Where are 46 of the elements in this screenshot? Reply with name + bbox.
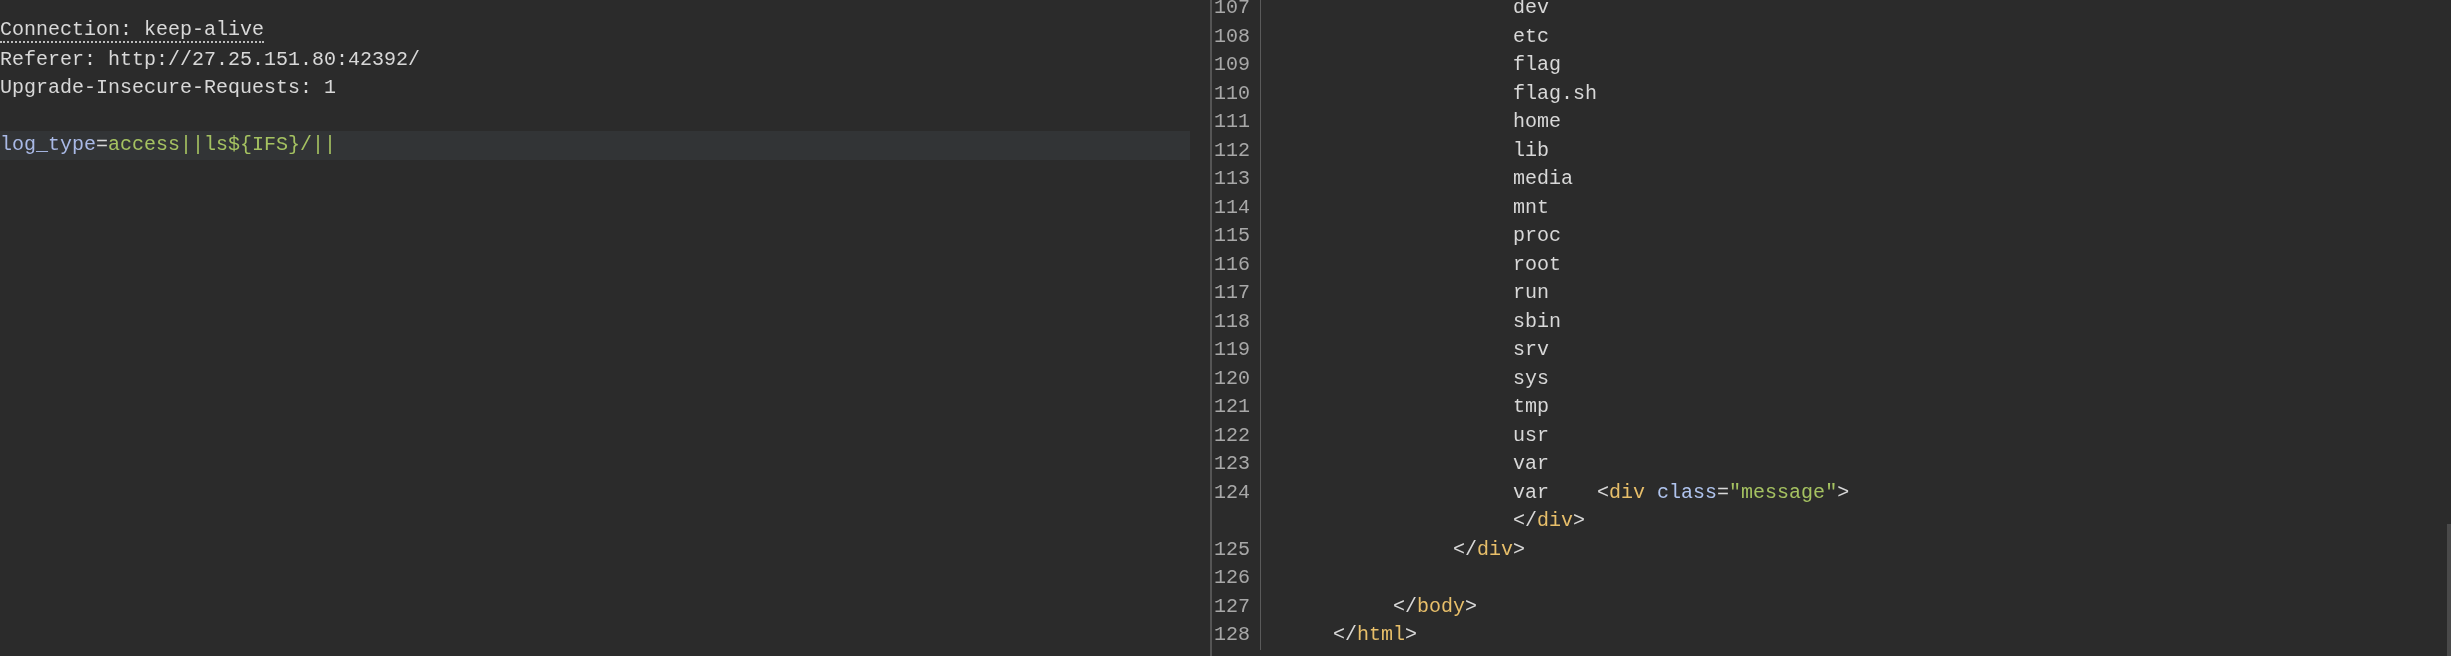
line-number: 123: [1214, 452, 1250, 477]
line-number: 117: [1214, 281, 1250, 306]
code-line: usr: [1513, 423, 1550, 448]
code-line: sbin: [1513, 309, 1562, 334]
line-number: 112: [1214, 138, 1250, 163]
code-line: run: [1513, 281, 1550, 306]
line-number: 115: [1214, 224, 1250, 249]
code-line: media: [1513, 167, 1574, 192]
code-line: flag: [1513, 53, 1562, 78]
code-line: var <div class="message">: [1513, 480, 1850, 505]
line-number: 107: [1214, 0, 1250, 21]
code-line: etc: [1513, 24, 1550, 49]
line-number: 116: [1214, 252, 1250, 277]
code-line: </div>: [1453, 537, 1526, 562]
line-number: 121: [1214, 395, 1250, 420]
line-number: 122: [1214, 423, 1250, 448]
line-number: 110: [1214, 81, 1250, 106]
line-number: 127: [1214, 594, 1250, 619]
line-number: 111: [1214, 110, 1250, 135]
code-line: Referer: http://27.25.151.80:42392/: [0, 47, 421, 72]
code-line: sys: [1513, 366, 1550, 391]
code-line: tmp: [1513, 395, 1550, 420]
code-line: root: [1513, 252, 1562, 277]
line-number: 128: [1214, 623, 1250, 648]
code-line: mnt: [1513, 195, 1550, 220]
code-line: proc: [1513, 224, 1562, 249]
code-line: Connection: keep-alive: [0, 19, 265, 44]
code-line: Upgrade-Insecure-Requests: 1: [0, 76, 337, 101]
line-number: 119: [1214, 338, 1250, 363]
code-line: lib: [1513, 138, 1550, 163]
code-line: var: [1513, 452, 1550, 477]
line-number: 109: [1214, 53, 1250, 78]
line-number: 114: [1214, 195, 1250, 220]
line-number: 108: [1214, 24, 1250, 49]
line-number: 113: [1214, 167, 1250, 192]
code-line: home: [1513, 110, 1562, 135]
line-number: 126: [1214, 566, 1250, 591]
line-number: 125: [1214, 537, 1250, 562]
line-number: 124: [1214, 480, 1250, 505]
code-line: srv: [1513, 338, 1550, 363]
code-line: </body>: [1393, 594, 1478, 619]
code-line: flag.sh: [1513, 81, 1598, 106]
code-line: </div>: [1513, 509, 1586, 534]
line-number: 118: [1214, 309, 1250, 334]
code-line: </html>: [1333, 623, 1418, 648]
line-number: 120: [1214, 366, 1250, 391]
